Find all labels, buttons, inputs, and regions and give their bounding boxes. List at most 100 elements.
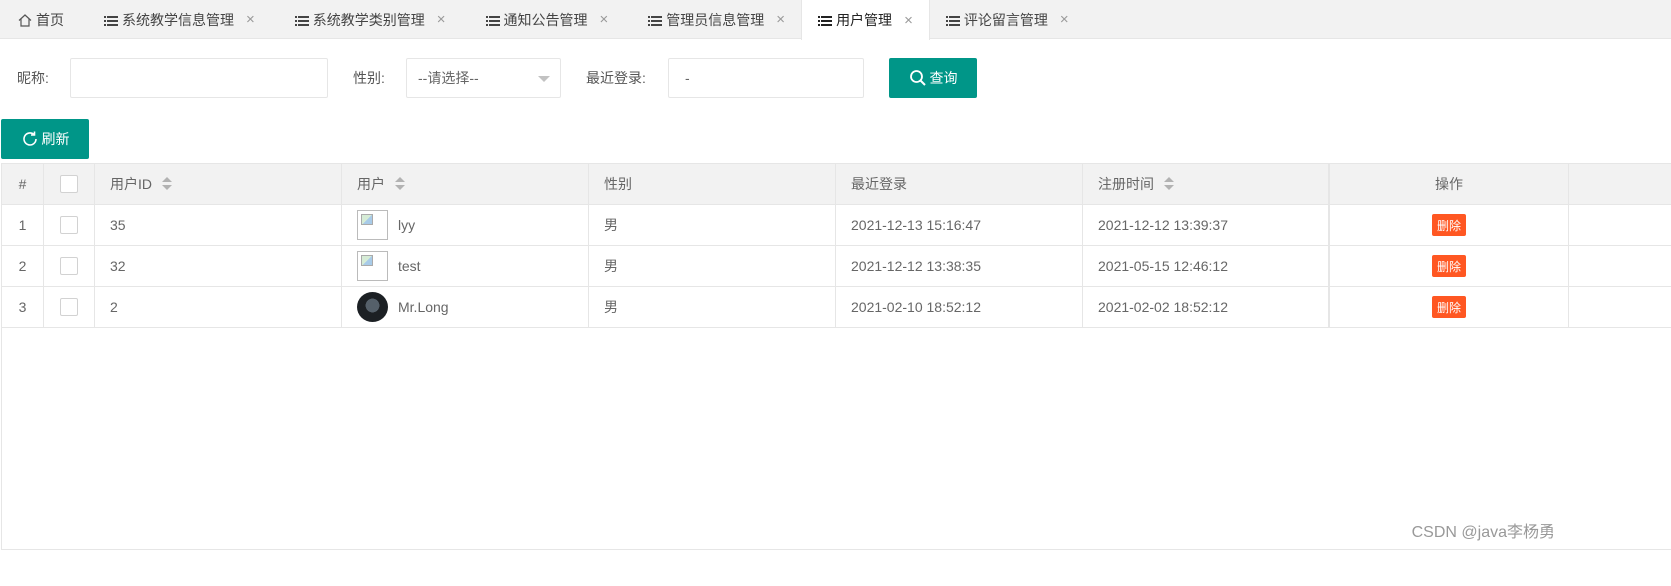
gender-cell: 男	[589, 246, 836, 286]
col-registered-header[interactable]: 注册时间	[1083, 164, 1329, 204]
list-icon	[485, 14, 500, 26]
gender-cell: 男	[589, 287, 836, 327]
tab-notice[interactable]: 通知公告管理 ×	[462, 0, 625, 39]
nickname-label: 昵称:	[17, 70, 49, 86]
last-login-label: 最近登录:	[586, 70, 646, 86]
close-icon[interactable]: ×	[904, 13, 913, 28]
row-index: 2	[2, 246, 44, 286]
list-icon	[945, 14, 960, 26]
refresh-icon	[21, 130, 39, 148]
delete-button[interactable]: 删除	[1431, 296, 1466, 318]
last-login-cell: 2021-12-13 15:16:47	[836, 205, 1083, 245]
home-icon	[18, 13, 32, 27]
row-checkbox[interactable]	[60, 216, 78, 234]
row-index: 3	[2, 287, 44, 327]
tab-comments[interactable]: 评论留言管理 ×	[930, 0, 1085, 39]
sort-icon[interactable]	[162, 177, 172, 191]
table-empty-area	[1, 326, 1671, 550]
last-login-range-input[interactable]: -	[668, 58, 864, 98]
user-cell: Mr.Long	[342, 287, 589, 327]
tab-bar: 首页 系统教学信息管理 × 系统教学类别管理 × 通知公告管理 × 管理员信息管…	[0, 0, 1671, 40]
avatar	[357, 292, 388, 322]
tab-label: 系统教学类别管理	[312, 11, 425, 28]
col-index-header: #	[2, 164, 44, 204]
col-select-all	[44, 164, 95, 204]
last-login-cell: 2021-02-10 18:52:12	[836, 287, 1083, 327]
action-cell: 删除	[1329, 205, 1569, 245]
user-cell: lyy	[342, 205, 589, 245]
tab-label: 管理员信息管理	[666, 11, 765, 28]
table-header-row: # 用户ID 用户 性别 最近登录 注册时间 操作	[2, 164, 1671, 205]
col-user-label: 用户	[357, 176, 385, 192]
gender-select[interactable]: --请选择--	[406, 58, 561, 98]
query-button[interactable]: 查询	[889, 58, 977, 98]
row-index: 1	[2, 205, 44, 245]
tab-label: 首页	[36, 11, 64, 28]
list-icon	[818, 14, 833, 26]
sort-icon[interactable]	[1164, 177, 1174, 191]
tab-label: 系统教学信息管理	[122, 11, 234, 28]
refresh-button-label: 刷新	[41, 131, 70, 147]
tab-teaching-category[interactable]: 系统教学类别管理 ×	[271, 0, 462, 39]
user-id-cell: 2	[95, 287, 342, 327]
row-checkbox[interactable]	[60, 298, 78, 316]
delete-button[interactable]: 删除	[1431, 255, 1466, 277]
avatar	[357, 251, 388, 281]
search-form: 昵称: 性别: --请选择-- 最近登录: - 查询	[0, 58, 1000, 98]
tab-user-management[interactable]: 用户管理 ×	[801, 0, 930, 40]
last-login-cell: 2021-12-12 13:38:35	[836, 246, 1083, 286]
close-icon[interactable]: ×	[776, 12, 785, 27]
registered-cell: 2021-05-15 12:46:12	[1083, 246, 1329, 286]
col-action-header: 操作	[1329, 164, 1569, 204]
table-row: 3 2 Mr.Long 男 2021-02-10 18:52:12 2021-0…	[2, 287, 1671, 328]
avatar	[357, 210, 388, 240]
row-checkbox-cell	[44, 246, 95, 286]
user-id-cell: 35	[95, 205, 342, 245]
sort-icon[interactable]	[395, 177, 405, 191]
broken-image-icon	[361, 214, 373, 225]
tab-teaching-info[interactable]: 系统教学信息管理 ×	[80, 0, 271, 39]
row-checkbox[interactable]	[60, 257, 78, 275]
close-icon[interactable]: ×	[1060, 12, 1069, 27]
col-user-id-header[interactable]: 用户ID	[95, 164, 342, 204]
broken-image-icon	[361, 255, 373, 266]
gender-cell: 男	[589, 205, 836, 245]
row-checkbox-cell	[44, 287, 95, 327]
close-icon[interactable]: ×	[246, 12, 255, 27]
user-cell: test	[342, 246, 589, 286]
watermark: CSDN @java李杨勇	[1411, 524, 1555, 541]
tab-label: 评论留言管理	[963, 11, 1048, 28]
close-icon[interactable]: ×	[600, 12, 609, 27]
action-cell: 删除	[1329, 287, 1569, 327]
query-button-label: 查询	[929, 70, 958, 86]
tab-label: 用户管理	[836, 12, 893, 28]
user-table: # 用户ID 用户 性别 最近登录 注册时间 操作 1 35 lyy 男 202…	[1, 163, 1671, 328]
registered-cell: 2021-12-12 13:39:37	[1083, 205, 1329, 245]
chevron-down-icon	[538, 76, 550, 82]
select-all-checkbox[interactable]	[60, 175, 78, 193]
row-checkbox-cell	[44, 205, 95, 245]
table-row: 1 35 lyy 男 2021-12-13 15:16:47 2021-12-1…	[2, 205, 1671, 246]
username: lyy	[398, 217, 416, 233]
search-icon	[909, 69, 927, 87]
col-gender-header: 性别	[589, 164, 836, 204]
username: test	[398, 258, 421, 274]
tab-home[interactable]: 首页	[0, 0, 80, 39]
list-icon	[648, 14, 663, 26]
tab-admin-info[interactable]: 管理员信息管理 ×	[624, 0, 801, 39]
delete-button[interactable]: 删除	[1431, 214, 1466, 236]
col-user-header[interactable]: 用户	[342, 164, 589, 204]
gender-select-value: --请选择--	[418, 70, 479, 86]
col-registered-label: 注册时间	[1098, 176, 1154, 192]
action-cell: 删除	[1329, 246, 1569, 286]
registered-cell: 2021-02-02 18:52:12	[1083, 287, 1329, 327]
list-icon	[104, 14, 118, 26]
tab-label: 通知公告管理	[503, 11, 588, 28]
col-last-login-header: 最近登录	[836, 164, 1083, 204]
list-icon	[294, 14, 309, 26]
close-icon[interactable]: ×	[437, 12, 446, 27]
refresh-button[interactable]: 刷新	[1, 119, 89, 159]
user-id-cell: 32	[95, 246, 342, 286]
nickname-input[interactable]	[70, 58, 328, 98]
table-row: 2 32 test 男 2021-12-12 13:38:35 2021-05-…	[2, 246, 1671, 287]
